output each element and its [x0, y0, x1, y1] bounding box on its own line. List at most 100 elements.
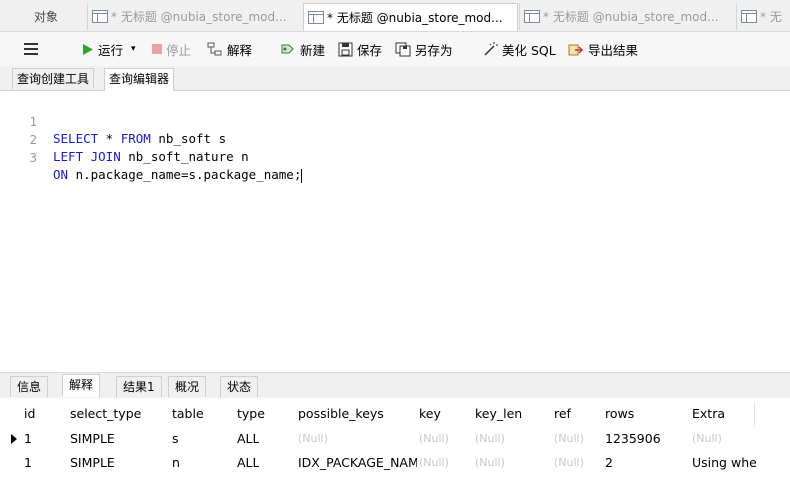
tab-overview[interactable]: 概况 — [168, 376, 207, 397]
beautify-sql-button[interactable]: 美化 SQL — [482, 39, 556, 59]
sql-keyword: SELECT — [53, 131, 99, 146]
column-header-possible-keys[interactable]: possible_keys — [298, 402, 384, 426]
new-button[interactable]: 新建 — [280, 39, 325, 59]
code-text: ON n.package_name=s.package_name; — [53, 166, 303, 183]
beautify-sql-label: 美化 SQL — [502, 42, 556, 58]
sql-editor[interactable]: 1 SELECT * FROM nb_soft s 2 LEFT JOIN nb… — [0, 91, 790, 371]
save-icon — [338, 42, 353, 56]
cell-key[interactable]: (Null) — [419, 451, 449, 475]
play-icon — [83, 43, 93, 55]
run-button[interactable]: 运行 ▾ — [82, 39, 136, 59]
query-tab-1[interactable]: * 无标题 @nubia_store_mod... — [87, 3, 302, 30]
table-icon — [524, 10, 540, 23]
export-icon — [568, 44, 584, 56]
column-header-table[interactable]: table — [172, 402, 204, 426]
toolbar: 运行 ▾ 停止 解释 新建 保存 另存为 美化 SQL 导出结果 — [0, 32, 790, 66]
tab-query-editor-label: 查询编辑器 — [109, 72, 170, 86]
tab-info-label: 信息 — [17, 380, 42, 394]
sql-keyword: FROM — [120, 131, 151, 146]
tab-result-1-label: 结果1 — [123, 380, 155, 394]
sql-keyword: ON — [53, 167, 69, 182]
cell-select-type[interactable]: SIMPLE — [70, 427, 115, 451]
tab-status[interactable]: 状态 — [220, 376, 259, 397]
cell-rows[interactable]: 2 — [605, 451, 613, 475]
column-header-key[interactable]: key — [419, 402, 441, 426]
cell-key[interactable]: (Null) — [419, 427, 449, 451]
explain-result-grid[interactable]: id select_type table type possible_keys … — [0, 398, 790, 491]
cell-key-len[interactable]: (Null) — [475, 451, 505, 475]
menu-button[interactable] — [24, 39, 38, 59]
query-tab-4[interactable]: * 无 — [736, 3, 790, 30]
query-tab-3[interactable]: * 无标题 @nubia_store_mod... — [519, 3, 735, 30]
column-header-key-len[interactable]: key_len — [475, 402, 522, 426]
cell-rows[interactable]: 1235906 — [605, 427, 661, 451]
query-tab-label: * 无标题 @nubia_store_mod... — [327, 11, 503, 25]
column-header-extra[interactable]: Extra — [692, 402, 725, 426]
sql-keyword: LEFT JOIN — [53, 149, 121, 164]
cell-ref[interactable]: (Null) — [554, 427, 584, 451]
run-dropdown-icon[interactable]: ▾ — [131, 44, 136, 54]
tab-query-editor[interactable]: 查询编辑器 — [104, 68, 175, 91]
cell-possible-keys[interactable]: (Null) — [298, 427, 328, 451]
current-row-marker-icon — [11, 434, 17, 444]
column-header-ref[interactable]: ref — [554, 402, 571, 426]
objects-tab-label: 对象 — [34, 10, 59, 24]
sql-text: nb_soft_nature n — [120, 149, 249, 164]
cell-table[interactable]: s — [172, 427, 179, 451]
stop-label: 停止 — [166, 42, 192, 58]
editor-line: 1 SELECT * FROM nb_soft s — [0, 96, 226, 146]
cell-key-len[interactable]: (Null) — [475, 427, 505, 451]
cell-extra[interactable]: (Null) — [692, 427, 722, 451]
stop-icon — [152, 44, 162, 54]
explain-icon — [207, 42, 222, 56]
new-label: 新建 — [300, 42, 326, 58]
save-as-button[interactable]: 另存为 — [395, 39, 453, 59]
result-tabs: 信息 解释 结果1 概况 状态 — [0, 372, 790, 399]
line-number: 3 — [29, 150, 37, 165]
cell-id[interactable]: 1 — [24, 427, 32, 451]
sql-text: n.package_name=s.package_name; — [68, 167, 302, 182]
query-tab-label: * 无标题 @nubia_store_mod... — [543, 10, 719, 24]
new-query-icon — [281, 44, 294, 54]
tab-explain-label: 解释 — [69, 378, 94, 392]
objects-tab[interactable]: 对象 — [0, 3, 86, 30]
export-results-label: 导出结果 — [588, 42, 639, 58]
save-button[interactable]: 保存 — [338, 39, 382, 59]
cell-select-type[interactable]: SIMPLE — [70, 451, 115, 475]
cell-ref[interactable]: (Null) — [554, 451, 584, 475]
cell-id[interactable]: 1 — [24, 451, 32, 475]
save-as-label: 另存为 — [415, 42, 453, 58]
column-header-rows[interactable]: rows — [605, 402, 634, 426]
tab-explain[interactable]: 解释 — [62, 374, 101, 397]
cell-table[interactable]: n — [172, 451, 180, 475]
query-mode-tabs: 查询创建工具 查询编辑器 — [0, 66, 790, 91]
tab-result-1[interactable]: 结果1 — [116, 376, 162, 397]
column-header-type[interactable]: type — [237, 402, 265, 426]
document-tab-bar: 对象 * 无标题 @nubia_store_mod... * 无标题 @nubi… — [0, 0, 790, 32]
column-divider — [754, 402, 755, 426]
code-text: SELECT * FROM nb_soft s — [53, 130, 226, 147]
cell-type[interactable]: ALL — [237, 427, 259, 451]
column-header-select-type[interactable]: select_type — [70, 402, 141, 426]
tab-overview-label: 概况 — [175, 380, 200, 394]
query-tab-2[interactable]: * 无标题 @nubia_store_mod... — [303, 3, 518, 31]
menu-icon — [24, 43, 38, 55]
magic-wand-icon — [484, 42, 498, 56]
table-icon — [741, 10, 757, 23]
column-header-id[interactable]: id — [24, 402, 35, 426]
explain-button[interactable]: 解释 — [207, 39, 252, 59]
stop-button[interactable]: 停止 — [152, 39, 191, 59]
table-icon — [308, 11, 324, 24]
tab-query-builder[interactable]: 查询创建工具 — [12, 68, 95, 89]
sql-text: * — [98, 131, 121, 146]
save-as-icon — [395, 42, 411, 56]
tab-query-builder-label: 查询创建工具 — [17, 72, 90, 86]
tab-info[interactable]: 信息 — [10, 376, 49, 397]
cell-type[interactable]: ALL — [237, 451, 259, 475]
cell-extra[interactable]: Using whe — [692, 451, 756, 475]
text-caret — [301, 168, 303, 183]
query-tab-label: * 无标题 @nubia_store_mod... — [111, 10, 287, 24]
cell-possible-keys[interactable]: IDX_PACKAGE_NAME — [298, 451, 417, 475]
table-icon — [92, 10, 108, 23]
export-results-button[interactable]: 导出结果 — [568, 39, 638, 59]
